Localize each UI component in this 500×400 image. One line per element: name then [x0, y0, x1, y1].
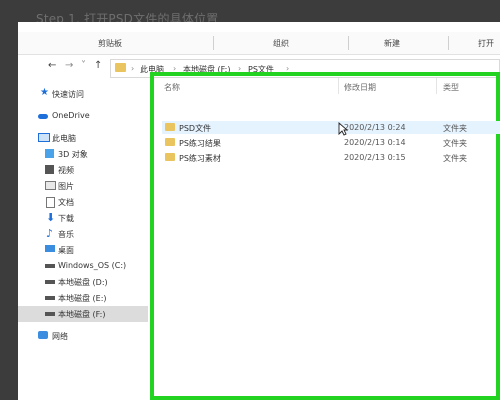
- sidebar-item-documents[interactable]: 文档: [18, 194, 148, 210]
- sidebar-item-drive-c[interactable]: Windows_OS (C:): [18, 258, 148, 274]
- folder-icon: [165, 153, 175, 161]
- explorer-window: 剪贴板 组织 新建 打开 ← → ˅ ↑ › 此电脑 › 本地磁盘 (F:) ›…: [18, 22, 500, 400]
- file-date: 2020/2/13 0:24: [344, 123, 406, 132]
- music-icon: ♪: [46, 227, 54, 240]
- sidebar-item-drive-e[interactable]: 本地磁盘 (E:): [18, 290, 148, 306]
- file-type: 文件夹: [443, 124, 467, 133]
- star-icon: ★: [40, 87, 49, 98]
- sidebar-item-music[interactable]: ♪ 音乐: [18, 226, 148, 242]
- cube-icon: [45, 149, 54, 158]
- file-type: 文件夹: [443, 139, 467, 148]
- sidebar-item-3d-objects[interactable]: 3D 对象: [18, 146, 148, 162]
- file-name: PSD文件: [179, 124, 212, 133]
- file-row[interactable]: PS练习结果 2020/2/13 0:14 文件夹: [162, 136, 500, 149]
- sidebar-item-drive-d[interactable]: 本地磁盘 (D:): [18, 274, 148, 290]
- back-icon[interactable]: ←: [48, 60, 56, 71]
- network-icon: [38, 331, 48, 339]
- folder-icon: [165, 138, 175, 146]
- cloud-icon: [38, 114, 48, 119]
- sidebar-item-quick-access[interactable]: ★ 快速访问: [18, 86, 148, 102]
- up-icon[interactable]: ↑: [94, 60, 102, 71]
- drive-icon: [45, 296, 55, 300]
- file-row[interactable]: PS练习素材 2020/2/13 0:15 文件夹: [162, 151, 500, 164]
- sidebar-item-network[interactable]: 网络: [18, 328, 148, 344]
- ribbon-organize-label: 组织: [273, 39, 289, 48]
- desktop-icon: [45, 245, 55, 252]
- file-row[interactable]: PSD文件 2020/2/13 0:24 文件夹: [162, 121, 500, 134]
- ribbon-groups: 剪贴板 组织 新建 打开: [18, 32, 500, 55]
- download-icon: ⬇: [46, 211, 56, 224]
- forward-icon[interactable]: →: [65, 60, 73, 71]
- ribbon-clipboard-label: 剪贴板: [98, 39, 122, 48]
- ribbon-open-label: 打开: [478, 39, 494, 48]
- drive-icon: [45, 312, 55, 316]
- folder-icon: [165, 123, 175, 131]
- file-date: 2020/2/13 0:15: [344, 153, 406, 162]
- column-header-name[interactable]: 名称: [164, 82, 180, 93]
- column-header-date[interactable]: 修改日期: [344, 82, 376, 93]
- document-icon: [46, 197, 55, 208]
- drive-icon: [45, 264, 55, 268]
- sidebar-item-this-pc[interactable]: 此电脑: [18, 130, 148, 146]
- sidebar-item-pictures[interactable]: 图片: [18, 178, 148, 194]
- file-date: 2020/2/13 0:14: [344, 138, 406, 147]
- drive-icon: [45, 280, 55, 284]
- picture-icon: [45, 181, 56, 190]
- navigation-pane: ★ 快速访问 OneDrive 此电脑 3D 对象 视频 图片 文档 ⬇ 下载 …: [18, 80, 150, 400]
- mouse-cursor-icon: [338, 122, 348, 136]
- file-type: 文件夹: [443, 154, 467, 163]
- sidebar-item-videos[interactable]: 视频: [18, 162, 148, 178]
- recent-locations-icon[interactable]: ˅: [81, 60, 86, 71]
- sidebar-item-desktop[interactable]: 桌面: [18, 242, 148, 258]
- sidebar-item-drive-f[interactable]: 本地磁盘 (F:): [18, 306, 148, 322]
- computer-icon: [38, 133, 50, 142]
- ribbon-new-label: 新建: [384, 39, 400, 48]
- folder-icon: [115, 63, 126, 72]
- sidebar-item-downloads[interactable]: ⬇ 下载: [18, 210, 148, 226]
- column-header-type[interactable]: 类型: [443, 82, 459, 93]
- file-name: PS练习素材: [179, 154, 221, 163]
- sidebar-item-onedrive[interactable]: OneDrive: [18, 108, 148, 124]
- video-icon: [45, 165, 54, 174]
- file-name: PS练习结果: [179, 139, 221, 148]
- file-list: 名称 修改日期 类型 PSD文件 2020/2/13 0:24 文件夹 PS练习…: [154, 76, 500, 396]
